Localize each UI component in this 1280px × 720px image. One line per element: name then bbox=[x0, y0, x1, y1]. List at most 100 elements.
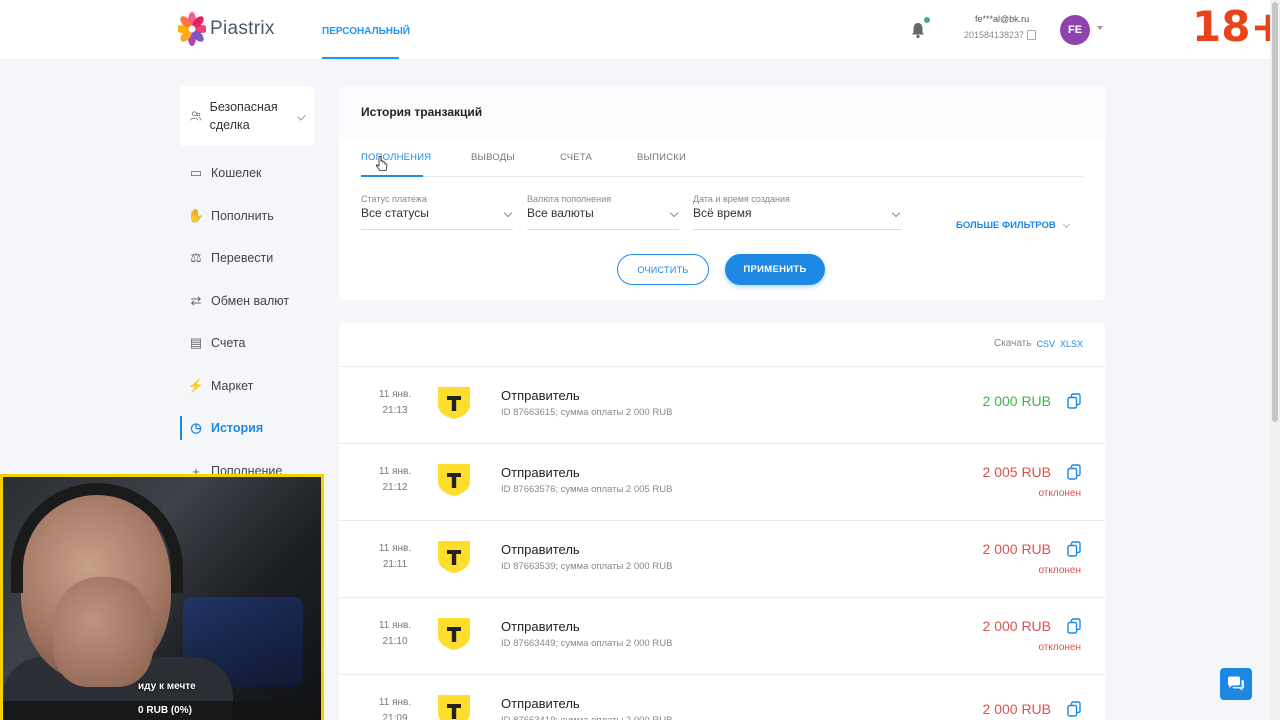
transaction-sender: Отправитель bbox=[501, 542, 580, 557]
tinkoff-bank-logo-icon bbox=[438, 541, 470, 573]
wallet-icon: ▭ bbox=[189, 165, 203, 180]
mouse-pointer-icon bbox=[376, 156, 388, 171]
copy-icon[interactable] bbox=[1067, 701, 1081, 717]
currency-filter-label: Валюта пополнения bbox=[527, 194, 611, 204]
table-row[interactable]: 11 янв. 21:12 Отправитель ID 87663576; сумм… bbox=[339, 443, 1105, 519]
transaction-amount: 2 000 RUB bbox=[982, 618, 1051, 634]
sidebar-item-exchange[interactable]: ⇄ Обмен валют bbox=[180, 289, 310, 313]
table-row[interactable]: 11 янв. 21:10 Отправитель ID 87663449; сумм… bbox=[339, 597, 1105, 673]
transaction-sender: Отправитель bbox=[501, 619, 580, 634]
copy-icon[interactable] bbox=[1027, 30, 1037, 40]
date-filter-select[interactable]: Дата и время создания Всё время bbox=[693, 194, 901, 230]
status-filter-label: Статус платежа bbox=[361, 194, 427, 204]
avatar[interactable]: FE bbox=[1060, 15, 1090, 45]
transaction-sender: Отправитель bbox=[501, 465, 580, 480]
transaction-date: 11 янв. 21:09 bbox=[365, 695, 425, 720]
transaction-status: отклонен bbox=[1038, 642, 1081, 653]
table-row[interactable]: 11 янв. 21:09 Отправитель ID 87663419; сумм… bbox=[339, 674, 1105, 720]
sidebar-item-wallet[interactable]: ▭ Кошелек bbox=[180, 161, 310, 185]
scrollbar-thumb[interactable] bbox=[1272, 2, 1278, 422]
select-underline bbox=[527, 229, 679, 230]
select-underline bbox=[693, 229, 901, 230]
apply-button[interactable]: ПРИМЕНИТЬ bbox=[725, 254, 825, 285]
account-number-text: 201584138237 bbox=[964, 30, 1025, 40]
transaction-time: 21:13 bbox=[382, 405, 408, 416]
more-filters-toggle[interactable]: БОЛЬШЕ ФИЛЬТРОВ bbox=[956, 220, 1070, 231]
transaction-amount: 2 000 RUB bbox=[982, 393, 1051, 409]
market-icon: ⚡ bbox=[187, 378, 205, 393]
sidebar-item-label: Пополнить bbox=[211, 209, 274, 223]
donation-goal-bar: 0 RUB (0%) bbox=[3, 701, 321, 720]
tinkoff-bank-logo-icon bbox=[438, 695, 470, 720]
logo-text: Piastrix bbox=[210, 18, 275, 39]
invoice-icon: ▤ bbox=[189, 335, 203, 350]
sidebar-item-label: Обмен валют bbox=[211, 294, 290, 308]
sidebar-item-history[interactable]: ◷ История bbox=[180, 416, 310, 440]
transaction-status: отклонен bbox=[1038, 565, 1081, 576]
transaction-description: ID 87663576; сумма оплаты 2 005 RUB bbox=[501, 484, 673, 495]
sidebar-item-label: История bbox=[211, 421, 264, 435]
transaction-description: ID 87663419; сумма оплаты 2 000 RUB bbox=[501, 715, 672, 720]
currency-filter-value: Все валюты bbox=[527, 206, 594, 220]
tab-withdrawals[interactable]: ВЫВОДЫ bbox=[471, 152, 515, 163]
tab-personal[interactable]: ПЕРСОНАЛЬНЫЙ bbox=[322, 26, 410, 37]
sidebar-item-label: Маркет bbox=[211, 379, 254, 393]
sidebar-item-deposit[interactable]: ✋ Пополнить bbox=[180, 204, 310, 228]
tab-invoices[interactable]: СЧЕТА bbox=[560, 152, 592, 163]
sidebar-item-invoices[interactable]: ▤ Счета bbox=[180, 331, 310, 355]
tinkoff-bank-logo-icon bbox=[438, 387, 470, 419]
sidebar-item-label: Счета bbox=[211, 336, 246, 350]
sidebar-item-label: Перевести bbox=[211, 251, 274, 265]
status-filter-value: Все статусы bbox=[361, 206, 429, 220]
transaction-time: 21:11 bbox=[382, 559, 408, 570]
table-row[interactable]: 11 янв. 21:13 Отправитель ID 87663615; сумм… bbox=[339, 366, 1105, 442]
clear-button[interactable]: ОЧИСТИТЬ bbox=[617, 254, 709, 285]
support-chat-button[interactable] bbox=[1220, 668, 1252, 700]
transaction-description: ID 87663449; сумма оплаты 2 000 RUB bbox=[501, 638, 673, 649]
status-filter-select[interactable]: Статус платежа Все статусы bbox=[361, 194, 513, 230]
transaction-sender: Отправитель bbox=[501, 696, 580, 711]
transaction-amount: 2 005 RUB bbox=[982, 464, 1051, 480]
more-filters-label: БОЛЬШЕ ФИЛЬТРОВ bbox=[956, 220, 1056, 231]
download-xlsx-link[interactable]: XLSX bbox=[1060, 339, 1083, 349]
transaction-filter-panel: История транзакций ПОПОЛНЕНИЯ ВЫВОДЫ СЧЕ… bbox=[339, 86, 1105, 300]
streamer-hand bbox=[53, 577, 153, 687]
table-row[interactable]: 11 янв. 21:11 Отправитель ID 87663539; сумм… bbox=[339, 520, 1105, 596]
tinkoff-bank-logo-icon bbox=[438, 618, 470, 650]
deposit-icon: ✋ bbox=[187, 208, 205, 223]
transfer-icon: ⚖ bbox=[190, 250, 202, 265]
copy-icon[interactable] bbox=[1067, 393, 1081, 409]
donation-goal-text: 0 RUB (0%) bbox=[138, 705, 192, 716]
piastrix-logo[interactable]: Piastrix bbox=[178, 10, 275, 48]
copy-icon[interactable] bbox=[1067, 464, 1081, 480]
download-label: Скачать bbox=[993, 338, 1032, 349]
flower-logo-icon bbox=[178, 12, 206, 46]
sidebar-item-transfer[interactable]: ⚖ Перевести bbox=[180, 246, 310, 270]
webcam-overlay: иду к мечте 0 RUB (0%) bbox=[0, 474, 324, 720]
transaction-time: 21:09 bbox=[382, 713, 408, 720]
date-filter-label: Дата и время создания bbox=[693, 194, 790, 204]
sidebar-item-safe-deal[interactable]: Безопасная сделка bbox=[180, 86, 314, 146]
notification-dot bbox=[924, 17, 930, 23]
transaction-date: 11 янв. 21:11 bbox=[365, 541, 425, 573]
tab-statements[interactable]: ВЫПИСКИ bbox=[637, 152, 686, 163]
bell-icon[interactable] bbox=[908, 20, 928, 40]
transaction-day: 11 янв. bbox=[378, 697, 412, 708]
chevron-down-icon[interactable] bbox=[1097, 26, 1103, 30]
transaction-amount: 2 000 RUB bbox=[982, 701, 1051, 717]
sidebar-item-market[interactable]: ⚡ Маркет bbox=[180, 374, 310, 398]
exchange-icon: ⇄ bbox=[190, 293, 202, 308]
copy-icon[interactable] bbox=[1067, 541, 1081, 557]
tab-deposits[interactable]: ПОПОЛНЕНИЯ bbox=[361, 152, 431, 163]
sidebar-item-label: Кошелек bbox=[211, 166, 262, 180]
tabs-divider bbox=[361, 176, 1083, 177]
user-account-number: 201584138237 bbox=[964, 30, 1037, 40]
copy-icon[interactable] bbox=[1067, 618, 1081, 634]
download-csv-link[interactable]: CSV bbox=[1036, 339, 1055, 349]
transaction-day: 11 янв. bbox=[378, 543, 412, 554]
transaction-date: 11 янв. 21:13 bbox=[365, 387, 425, 419]
currency-filter-select[interactable]: Валюта пополнения Все валюты bbox=[527, 194, 679, 230]
transactions-list-panel: Скачать CSV XLSX 11 янв. 21:13 Отправитель… bbox=[339, 323, 1105, 720]
transaction-time: 21:10 bbox=[382, 636, 408, 647]
select-underline bbox=[361, 229, 513, 230]
